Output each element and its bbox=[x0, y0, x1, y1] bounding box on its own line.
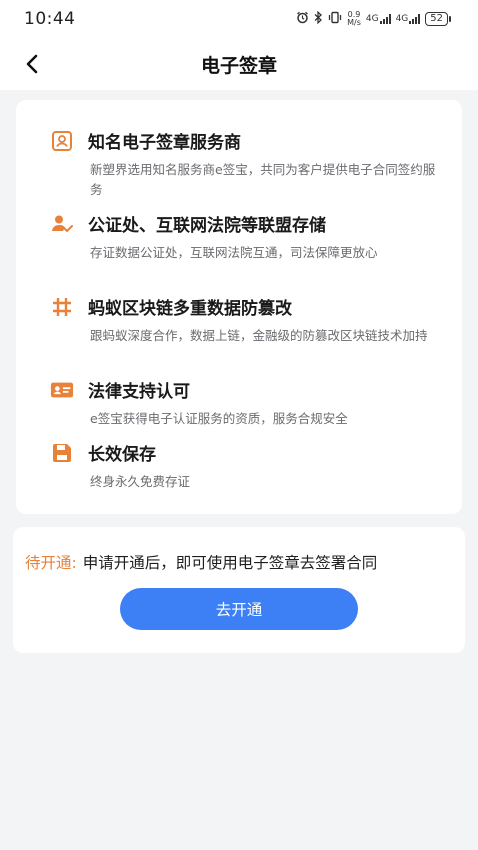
bluetooth-icon bbox=[314, 10, 323, 27]
vibrate-icon bbox=[328, 11, 342, 27]
signal-bars-icon bbox=[409, 14, 421, 24]
feature-title: 长效保存 bbox=[88, 445, 156, 465]
feature-item: 知名电子签章服务商 新塑界选用知名服务商e签宝，共同为客户提供电子合同签约服务 bbox=[50, 128, 450, 200]
feature-item: 法律支持认可 e签宝获得电子认证服务的资质，服务合规安全 bbox=[50, 377, 450, 429]
nav-bar: 电子签章 bbox=[0, 38, 478, 90]
status-bar: 10:44 0.9 M/s 4G 4G 52 bbox=[0, 0, 478, 38]
feature-title: 蚂蚁区块链多重数据防篡改 bbox=[88, 299, 292, 319]
chevron-left-icon bbox=[26, 54, 38, 74]
back-button[interactable] bbox=[18, 50, 46, 78]
feature-title: 知名电子签章服务商 bbox=[88, 133, 241, 153]
features-card: 知名电子签章服务商 新塑界选用知名服务商e签宝，共同为客户提供电子合同签约服务 … bbox=[16, 100, 462, 514]
activation-card: 待开通: 申请开通后，即可使用电子签章去签署合同 去开通 bbox=[13, 527, 465, 653]
signal-2: 4G bbox=[396, 14, 421, 24]
net-speed: 0.9 M/s bbox=[347, 10, 361, 27]
id-card-icon bbox=[50, 378, 74, 402]
signal-1: 4G bbox=[366, 14, 391, 24]
feature-desc: 跟蚂蚁深度合作，数据上链，金融级的防篡改区块链技术加持 bbox=[90, 328, 428, 343]
status-time: 10:44 bbox=[24, 9, 76, 29]
status-label: 待开通: bbox=[25, 554, 77, 572]
certificate-icon bbox=[50, 129, 74, 153]
feature-desc: e签宝获得电子认证服务的资质，服务合规安全 bbox=[90, 411, 348, 426]
user-check-icon bbox=[50, 212, 74, 236]
activate-button[interactable]: 去开通 bbox=[120, 588, 358, 630]
feature-desc: 存证数据公证处，互联网法院互通，司法保障更放心 bbox=[90, 245, 378, 260]
signal-bars-icon bbox=[379, 14, 391, 24]
activation-status: 待开通: 申请开通后，即可使用电子签章去签署合同 bbox=[25, 551, 377, 573]
save-icon bbox=[50, 441, 74, 465]
feature-title: 法律支持认可 bbox=[88, 382, 190, 402]
hash-grid-icon bbox=[50, 295, 74, 319]
feature-desc: 新塑界选用知名服务商e签宝，共同为客户提供电子合同签约服务 bbox=[90, 162, 436, 197]
feature-title: 公证处、互联网法院等联盟存储 bbox=[88, 216, 326, 236]
alarm-icon bbox=[296, 11, 309, 27]
feature-item: 公证处、互联网法院等联盟存储 存证数据公证处，互联网法院互通，司法保障更放心 bbox=[50, 211, 450, 263]
feature-desc: 终身永久免费存证 bbox=[90, 474, 191, 489]
status-text: 申请开通后，即可使用电子签章去签署合同 bbox=[82, 554, 378, 572]
feature-item: 蚂蚁区块链多重数据防篡改 跟蚂蚁深度合作，数据上链，金融级的防篡改区块链技术加持 bbox=[50, 294, 450, 346]
page-title: 电子签章 bbox=[200, 54, 277, 77]
feature-item: 长效保存 终身永久免费存证 bbox=[50, 440, 450, 492]
status-icons: 0.9 M/s 4G 4G 52 bbox=[296, 11, 452, 27]
battery-indicator: 52 bbox=[425, 12, 451, 26]
